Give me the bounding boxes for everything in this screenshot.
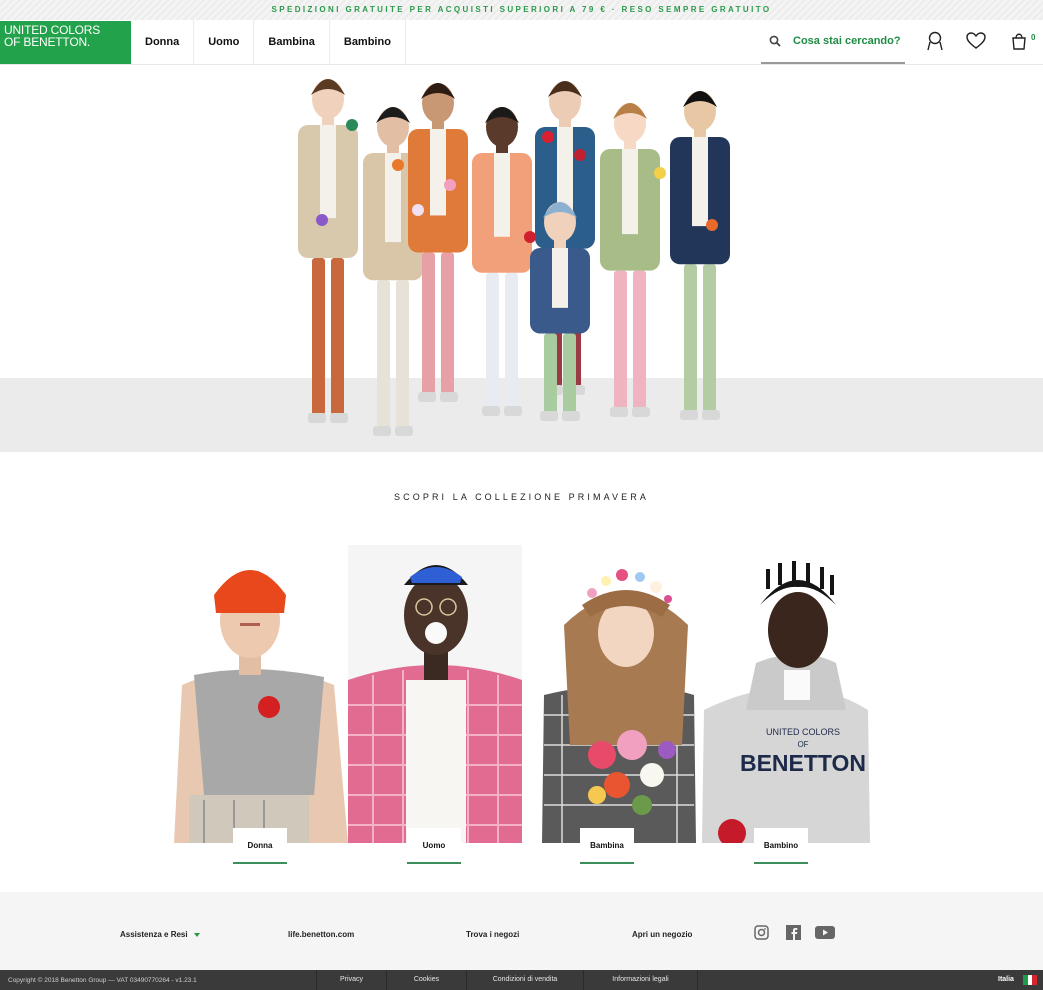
site-header: UNITED COLORS OF BENETTON. Donna Uomo Ba… — [0, 20, 1043, 65]
card-underline — [754, 862, 808, 864]
footer-link-life[interactable]: life.benetton.com — [288, 930, 354, 939]
chevron-down-icon — [193, 932, 200, 937]
sweatshirt-print-line1: UNITED COLORS — [766, 727, 840, 737]
copyright-text: Copyright © 2018 Benetton Group — VAT 03… — [8, 977, 197, 984]
uomo-photo — [348, 545, 522, 843]
category-card-bambino[interactable]: UNITED COLORS OF BENETTON — [696, 545, 870, 843]
search-box[interactable]: Cosa stai cercando? — [761, 20, 905, 64]
heart-icon[interactable] — [965, 30, 987, 52]
legal-bar: Copyright © 2018 Benetton Group — VAT 03… — [0, 970, 1043, 990]
card-label-bambina[interactable]: Bambina — [580, 828, 634, 864]
card-label-bambino[interactable]: Bambino — [754, 828, 808, 864]
section-title: SCOPRI LA COLLEZIONE PRIMAVERA — [394, 492, 649, 502]
country-selector[interactable]: Italia — [998, 976, 1014, 983]
facebook-icon[interactable] — [786, 925, 801, 940]
category-card-bambina[interactable] — [522, 545, 696, 843]
footer-link-assistenza[interactable]: Assistenza e Resi — [120, 930, 200, 939]
legal-link-informazioni[interactable]: Informazioni legali — [583, 970, 698, 990]
bambino-photo: UNITED COLORS OF BENETTON — [696, 545, 870, 843]
logo-line-2: OF BENETTON. — [4, 35, 91, 49]
account-icon[interactable] — [924, 30, 946, 52]
hero-banner[interactable] — [0, 65, 1043, 452]
nav-item-uomo[interactable]: Uomo — [194, 20, 255, 64]
legal-link-cookies[interactable]: Cookies — [386, 970, 466, 990]
category-card-uomo[interactable] — [348, 545, 522, 843]
bag-count-badge: 0 — [1031, 33, 1036, 42]
card-underline — [233, 862, 287, 864]
nav-item-donna[interactable]: Donna — [131, 20, 195, 64]
bambina-photo — [522, 545, 696, 843]
instagram-icon[interactable] — [754, 925, 769, 940]
card-label-donna[interactable]: Donna — [233, 828, 287, 864]
youtube-icon[interactable] — [815, 925, 835, 940]
nav-item-bambino[interactable]: Bambino — [330, 20, 406, 64]
card-underline — [407, 862, 461, 864]
nav-item-bambina[interactable]: Bambina — [254, 20, 330, 64]
search-input[interactable]: Cosa stai cercando? — [793, 35, 901, 47]
card-underline — [580, 862, 634, 864]
benetton-logo[interactable]: UNITED COLORS OF BENETTON. — [0, 21, 131, 64]
sweatshirt-print-line2: OF — [797, 740, 808, 749]
card-label-uomo[interactable]: Uomo — [407, 828, 461, 864]
donna-photo — [174, 545, 348, 843]
footer-link-negozi[interactable]: Trova i negozi — [466, 930, 519, 939]
sweatshirt-print-line3: BENETTON — [740, 750, 866, 776]
promo-banner: SPEDIZIONI GRATUITE PER ACQUISTI SUPERIO… — [0, 0, 1043, 20]
italy-flag-icon[interactable] — [1023, 975, 1038, 985]
legal-link-privacy[interactable]: Privacy — [316, 970, 386, 990]
bag-icon[interactable] — [1008, 30, 1030, 52]
category-card-donna[interactable] — [174, 545, 348, 843]
search-icon — [769, 35, 781, 47]
footer-link-apri-negozio[interactable]: Apri un negozio — [632, 930, 692, 939]
hero-group-image — [298, 79, 730, 436]
footer-link-assistenza-label: Assistenza e Resi — [120, 930, 188, 939]
main-nav: Donna Uomo Bambina Bambino — [131, 20, 406, 64]
legal-link-condizioni[interactable]: Condizioni di vendita — [466, 970, 583, 990]
